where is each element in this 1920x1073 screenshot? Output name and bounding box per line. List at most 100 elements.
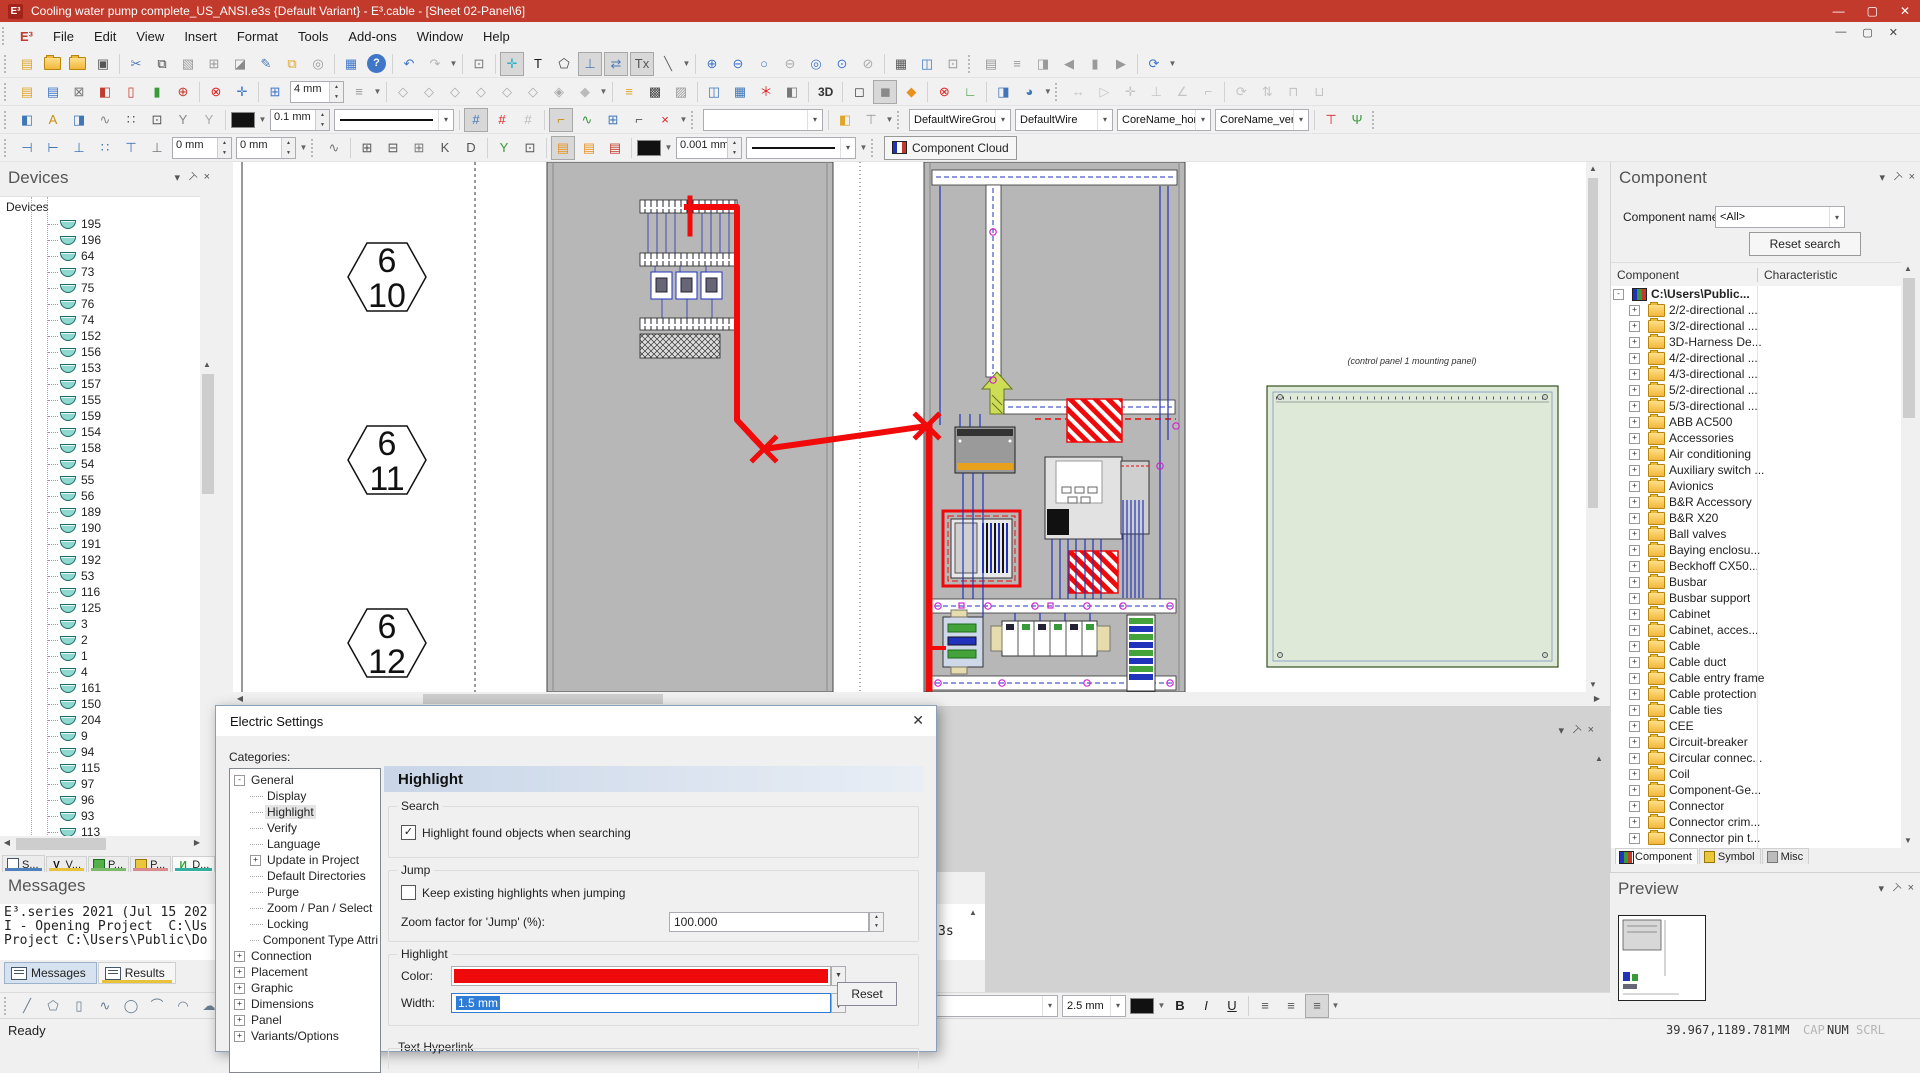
device-tree-item[interactable]: 93 — [0, 808, 200, 824]
line2-drop[interactable]: ▼ — [858, 143, 869, 152]
category-dimensions[interactable]: +Dimensions — [230, 996, 380, 1012]
category-panel[interactable]: +Panel — [230, 1012, 380, 1028]
search-icon[interactable]: ◎ — [306, 52, 330, 76]
device-tree-item[interactable]: 204 — [0, 712, 200, 728]
menu-window[interactable]: Window — [407, 22, 473, 50]
select-area-icon[interactable]: ⊡ — [467, 52, 491, 76]
device-d1-icon[interactable]: D — [459, 136, 483, 160]
status-units[interactable]: MM — [1775, 1023, 1789, 1037]
component-dock-tab-component[interactable]: Component — [1615, 848, 1698, 864]
panel-view-icon[interactable]: ◨ — [991, 80, 1015, 104]
line-shape-icon[interactable]: ╱ — [15, 994, 39, 1018]
keep-highlights-checkbox[interactable] — [401, 885, 416, 900]
expand-icon[interactable]: + — [1629, 465, 1640, 476]
component-name-combo[interactable]: <All>▾ — [1715, 206, 1845, 228]
component-folder-item[interactable]: +Circuit-breaker — [1611, 734, 1901, 750]
slash-tool-icon[interactable]: ╲ — [656, 52, 680, 76]
pan-right-icon[interactable]: ▶ — [1109, 52, 1133, 76]
collapse-icon[interactable]: - — [234, 775, 245, 786]
component-folder-item[interactable]: +4/3-directional ... — [1611, 366, 1901, 382]
expand-icon[interactable]: + — [1629, 785, 1640, 796]
fill-color-icon[interactable]: ◕ — [1017, 80, 1041, 104]
device-tree-item[interactable]: 94 — [0, 744, 200, 760]
component-folder-item[interactable]: +Ball valves — [1611, 526, 1901, 542]
canvas-vscrollbar[interactable]: ▲▼ — [1586, 162, 1600, 692]
zoom-out-icon[interactable]: ⊖ — [726, 52, 750, 76]
node-drop[interactable]: ▼ — [678, 115, 689, 124]
signal-combo[interactable]: ▾ — [703, 109, 823, 131]
device-tree-item[interactable]: 191 — [0, 536, 200, 552]
level-drop[interactable]: ▼ — [372, 87, 383, 96]
device-tree-item[interactable]: 189 — [0, 504, 200, 520]
paste-attributes-icon[interactable]: ⧉ — [280, 52, 304, 76]
component-folder-item[interactable]: +Busbar — [1611, 574, 1901, 590]
tools-drop[interactable]: ▼ — [681, 59, 692, 68]
device-tree-item[interactable]: 74 — [0, 312, 200, 328]
dimension-tool-icon[interactable]: ⊥ — [578, 52, 602, 76]
device-tree-item[interactable]: 4 — [0, 664, 200, 680]
mdi-restore-button[interactable]: ▢ — [1862, 26, 1872, 39]
component-list-header[interactable]: Component Characteristic — [1611, 262, 1902, 288]
view-cube-1-icon[interactable]: ◇ — [391, 80, 415, 104]
tree-view-icon[interactable]: Ψ — [1345, 108, 1369, 132]
highlight-found-checkbox[interactable]: ✓ — [401, 825, 416, 840]
component-dock-tab-symbol[interactable]: Symbol — [1699, 848, 1761, 864]
align-right-icon[interactable]: ⊢ — [41, 136, 65, 160]
component-folder-item[interactable]: +5/2-directional ... — [1611, 382, 1901, 398]
window-dashed-icon[interactable]: ⊡ — [941, 52, 965, 76]
layers-icon[interactable]: ≡ — [617, 80, 641, 104]
component-pin-icon[interactable]: ⊤ — [1889, 170, 1905, 186]
axis-icon[interactable]: ∟ — [958, 80, 982, 104]
origin-icon[interactable]: ⊗ — [932, 80, 956, 104]
component-folder-item[interactable]: +ABB AC500 — [1611, 414, 1901, 430]
expand-icon[interactable]: + — [1629, 337, 1640, 348]
expand-icon[interactable]: + — [234, 983, 245, 994]
expand-icon[interactable]: + — [1629, 769, 1640, 780]
y-split2-icon[interactable]: Y — [197, 108, 221, 132]
expand-icon[interactable]: + — [1629, 433, 1640, 444]
underline-button[interactable]: U — [1220, 994, 1244, 1018]
move-tool-icon[interactable]: ✛ — [500, 52, 524, 76]
stack-icon[interactable]: ◧ — [833, 108, 857, 132]
red-t-icon[interactable]: ⊤ — [1319, 108, 1343, 132]
device-tree-item[interactable]: 116 — [0, 584, 200, 600]
line-color-swatch[interactable] — [231, 112, 255, 128]
format-brush-icon[interactable]: ◪ — [228, 52, 252, 76]
italic-button[interactable]: I — [1194, 994, 1218, 1018]
device-tree-item[interactable]: 96 — [0, 792, 200, 808]
layout-icon[interactable]: ◨ — [1031, 52, 1055, 76]
renumber-pages-icon[interactable]: ⊞ — [407, 136, 431, 160]
view-sphere-icon[interactable]: ◈ — [547, 80, 571, 104]
device-tree-item[interactable]: 125 — [0, 600, 200, 616]
expand-icon[interactable]: + — [1629, 401, 1640, 412]
component-close-icon[interactable]: × — [1909, 171, 1915, 184]
device-tree-item[interactable]: 153 — [0, 360, 200, 376]
offset-drop[interactable]: ▼ — [298, 143, 309, 152]
menu-addons[interactable]: Add-ons — [338, 22, 406, 50]
paste-special-icon[interactable]: ⊞ — [202, 52, 226, 76]
dd-box-icon[interactable]: ⊡ — [145, 108, 169, 132]
expand-icon[interactable]: + — [1629, 369, 1640, 380]
pole-drop[interactable]: ▼ — [884, 115, 895, 124]
category-purge[interactable]: Purge — [230, 884, 380, 900]
component-folder-item[interactable]: +Beckhoff CX50... — [1611, 558, 1901, 574]
expand-icon[interactable]: + — [1629, 385, 1640, 396]
expand-icon[interactable]: + — [1629, 417, 1640, 428]
polygon-tool-icon[interactable]: ⬠ — [552, 52, 576, 76]
align-left-icon[interactable]: ⊣ — [15, 136, 39, 160]
mdi-close-button[interactable]: ✕ — [1889, 26, 1898, 39]
sheet-ref3-icon[interactable]: ▤ — [603, 136, 627, 160]
expand-icon[interactable]: + — [1629, 609, 1640, 620]
expand-icon[interactable]: + — [1629, 833, 1640, 844]
expand-icon[interactable]: + — [1629, 673, 1640, 684]
pair-icon[interactable]: ∷ — [119, 108, 143, 132]
corename-vert-combo[interactable]: CoreName_vert▾ — [1215, 109, 1309, 131]
lock-icon[interactable]: ⊓ — [1281, 80, 1305, 104]
expand-icon[interactable]: + — [1629, 689, 1640, 700]
refresh-drop[interactable]: ▼ — [1167, 59, 1178, 68]
view-drop[interactable]: ▼ — [598, 87, 609, 96]
renumber-icon[interactable]: ⊞ — [355, 136, 379, 160]
corner2-icon[interactable]: ⌐ — [627, 108, 651, 132]
import-icon[interactable] — [69, 57, 86, 70]
pole-icon[interactable]: ⊤ — [859, 108, 883, 132]
